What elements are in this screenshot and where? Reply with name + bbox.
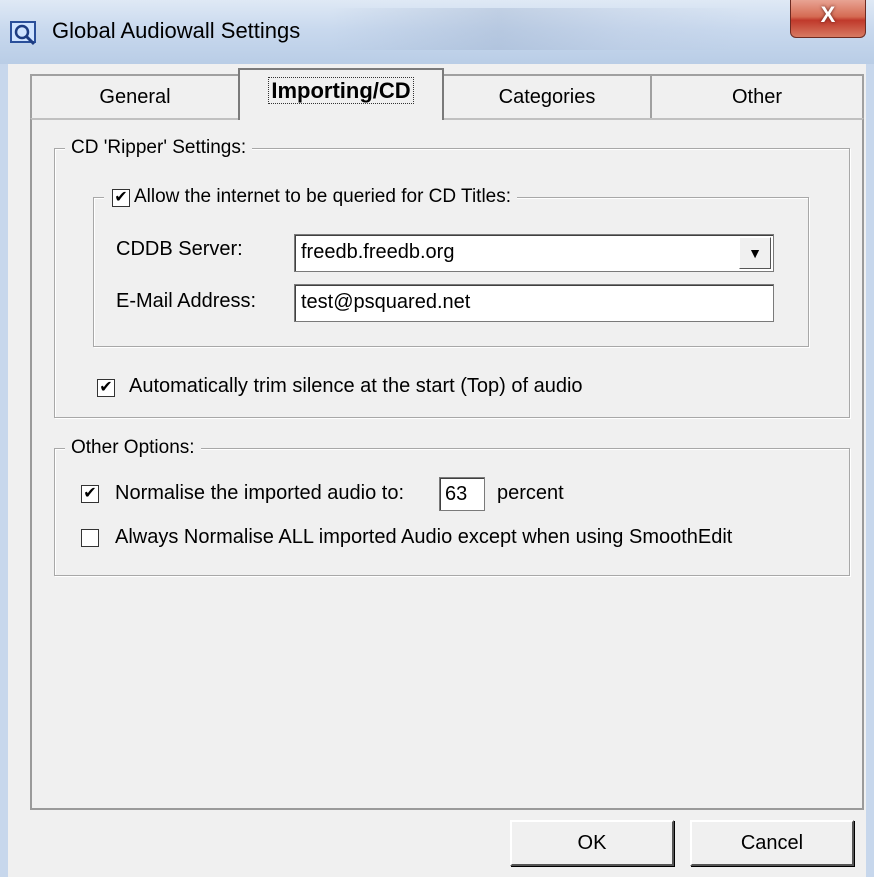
title-bar[interactable]: Global Audiowall Settings X	[0, 0, 874, 65]
tab-label: Categories	[498, 86, 596, 108]
other-options-legend: Other Options:	[65, 437, 201, 459]
app-icon	[10, 21, 36, 46]
ripper-settings-group: CD 'Ripper' Settings: Allow the internet…	[54, 137, 850, 418]
internet-query-group: Allow the internet to be queried for CD …	[93, 186, 809, 347]
cddb-server-label: CDDB Server:	[116, 238, 243, 260]
internet-query-legend: Allow the internet to be queried for CD …	[104, 186, 518, 208]
title-bar-glass	[330, 8, 750, 50]
cancel-button[interactable]: Cancel	[690, 820, 854, 866]
ok-button[interactable]: OK	[510, 820, 674, 866]
ripper-settings-legend: CD 'Ripper' Settings:	[65, 137, 253, 159]
chevron-down-icon[interactable]: ▼	[739, 237, 771, 269]
tab-importing-cd[interactable]: Importing/CD	[238, 68, 444, 120]
check-icon: ✔	[114, 189, 128, 206]
tab-general[interactable]: General	[30, 74, 240, 118]
internet-query-checkbox[interactable]: ✔	[112, 189, 130, 207]
tab-other[interactable]: Other	[650, 74, 864, 118]
email-address-field[interactable]: test@psquared.net	[294, 284, 774, 322]
percent-label: percent	[497, 482, 564, 504]
cddb-server-value: freedb.freedb.org	[301, 241, 455, 263]
email-address-value: test@psquared.net	[301, 291, 471, 313]
always-normalise-checkbox[interactable]	[81, 529, 99, 547]
email-address-label: E-Mail Address:	[116, 290, 257, 312]
normalise-percent-value: 63	[445, 483, 468, 505]
check-icon: ✔	[83, 485, 97, 502]
check-icon: ✔	[99, 379, 113, 396]
tab-label: Importing/CD	[268, 77, 414, 104]
close-button[interactable]: X	[790, 0, 866, 38]
internet-query-label: Allow the internet to be queried for CD …	[134, 186, 512, 207]
tab-label: Other	[731, 86, 783, 108]
tab-categories[interactable]: Categories	[442, 74, 652, 118]
normalise-checkbox[interactable]: ✔	[81, 485, 99, 503]
always-normalise-label: Always Normalise ALL imported Audio exce…	[115, 526, 733, 548]
cddb-server-select[interactable]: freedb.freedb.org ▼	[294, 234, 774, 272]
other-options-group: Other Options: ✔ Normalise the imported …	[54, 437, 850, 576]
normalise-percent-input[interactable]: 63	[439, 477, 485, 511]
normalise-label: Normalise the imported audio to:	[115, 482, 405, 504]
tab-panel-importing-cd: CD 'Ripper' Settings: Allow the internet…	[30, 118, 864, 810]
window-title: Global Audiowall Settings	[52, 18, 301, 43]
window-right-border	[866, 64, 874, 877]
close-icon: X	[820, 2, 836, 27]
trim-silence-checkbox[interactable]: ✔	[97, 379, 115, 397]
tab-label: General	[99, 86, 171, 108]
trim-silence-label: Automatically trim silence at the start …	[129, 375, 583, 397]
